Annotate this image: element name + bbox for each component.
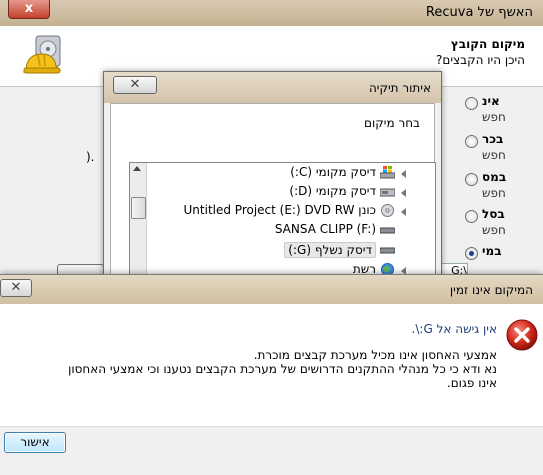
- ok-button[interactable]: אישור: [4, 432, 66, 453]
- error-title: המיקום אינו זמין: [449, 283, 533, 297]
- option-radio-1[interactable]: [465, 97, 478, 110]
- option-label-1: אינ: [482, 94, 500, 108]
- browse-folder-dialog: ✕ איתור תיקיה בחר מיקום דיסק מקומי (C:): [103, 71, 442, 278]
- wizard-close-button[interactable]: x: [8, 0, 50, 19]
- browse-prompt: בחר מיקום: [364, 116, 420, 130]
- option-desc-4: חפש: [482, 223, 506, 237]
- tree-item-f-drive[interactable]: SANSA CLIPP (F:): [150, 221, 410, 240]
- option-radio-3[interactable]: [465, 173, 478, 186]
- recuva-logo-icon: [23, 35, 61, 74]
- option-desc-1: חפש: [482, 110, 506, 124]
- option-label-5: במי: [482, 244, 502, 258]
- expand-arrow-icon[interactable]: [401, 189, 406, 197]
- option-label-4: בסל: [482, 207, 505, 221]
- option-radio-5[interactable]: [465, 247, 478, 260]
- tree-item-c-drive[interactable]: דיסק מקומי (C:): [150, 164, 410, 183]
- removable-drive-icon: [380, 247, 395, 254]
- wizard-header-title: מיקום הקובץ: [450, 37, 525, 51]
- browse-body: בחר מיקום דיסק מקומי (C:) דיסק מקומי (D:…: [110, 103, 436, 278]
- option-label-3: במס: [482, 170, 507, 184]
- removable-drive-icon: [380, 227, 395, 234]
- tree-scrollbar[interactable]: [130, 163, 147, 278]
- wizard-title-bar: x האשף של Recuva: [0, 0, 543, 27]
- scroll-up-arrow-icon[interactable]: [133, 166, 141, 171]
- hard-drive-icon: [380, 188, 395, 197]
- expand-arrow-icon[interactable]: [401, 208, 406, 216]
- wizard-title: האשף של Recuva: [425, 5, 533, 20]
- error-message: אין גישה אל G:\.: [411, 322, 497, 336]
- option-label-2: בכר: [482, 132, 504, 146]
- error-dialog: ✕ המיקום אינו זמין אין גישה אל G:\. אמצע…: [0, 274, 543, 475]
- dvd-drive-icon: [381, 204, 394, 217]
- tree-item-label: כונן Untitled Project (E:) DVD RW: [183, 203, 376, 217]
- windows-drive-icon: [380, 166, 395, 179]
- tree-item-label: דיסק נשלף (G:): [284, 242, 376, 258]
- option-desc-3: חפש: [482, 186, 506, 200]
- browse-title-bar: ✕ איתור תיקיה: [104, 72, 441, 103]
- wizard-header-subtitle: היכן היו הקבצים?: [436, 53, 525, 67]
- tree-item-label: דיסק מקומי (D:): [289, 184, 376, 198]
- browse-title: איתור תיקיה: [368, 81, 431, 95]
- tree-item-e-drive[interactable]: כונן Untitled Project (E:) DVD RW: [150, 202, 410, 221]
- tree-item-d-drive[interactable]: דיסק מקומי (D:): [150, 183, 410, 202]
- tree-item-label: SANSA CLIPP (F:): [274, 222, 376, 236]
- scroll-thumb[interactable]: [131, 197, 146, 219]
- expand-arrow-icon[interactable]: [401, 170, 406, 178]
- option-desc-2: חפש: [482, 148, 506, 162]
- error-content: אין גישה אל G:\. אמצעי האחסון אינו מכיל …: [0, 304, 543, 426]
- error-x-icon: [506, 319, 538, 351]
- error-footer: אישור: [0, 426, 543, 475]
- tree-item-g-drive[interactable]: דיסק נשלף (G:): [150, 241, 410, 260]
- folder-tree[interactable]: דיסק מקומי (C:) דיסק מקומי (D:) כונן Unt…: [129, 162, 436, 278]
- option-radio-4[interactable]: [465, 210, 478, 223]
- tree-item-label: דיסק מקומי (C:): [290, 165, 376, 179]
- option-radio-2[interactable]: [465, 135, 478, 148]
- option-side-text: ).: [86, 150, 95, 164]
- browse-close-button[interactable]: ✕: [113, 76, 157, 94]
- error-close-button[interactable]: ✕: [0, 279, 32, 297]
- error-title-bar: ✕ המיקום אינו זמין: [0, 275, 543, 304]
- error-detail: אמצעי האחסון אינו מכיל מערכת קבצים מוכרת…: [68, 348, 497, 390]
